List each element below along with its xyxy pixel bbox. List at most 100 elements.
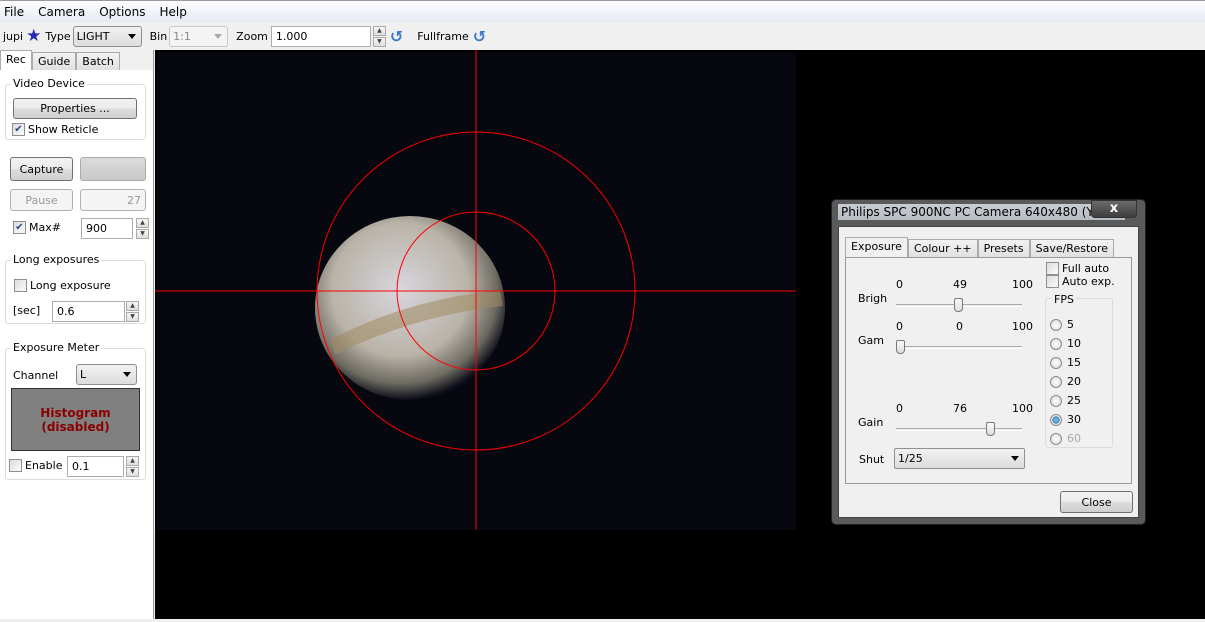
channel-label: Channel (13, 369, 59, 382)
channel-value: L (80, 368, 87, 381)
long-exposure-label: Long exposure (30, 279, 111, 292)
slider-max: 100 (1012, 402, 1033, 415)
fps-radio-10[interactable]: 10 (1050, 334, 1081, 353)
menu-file[interactable]: File (4, 5, 24, 19)
fps-label: 20 (1067, 375, 1081, 388)
histogram-status: (disabled) (41, 419, 110, 434)
max-frames-input[interactable]: 900 (81, 218, 133, 239)
bin-label: Bin (149, 29, 168, 43)
frame-count: 27 (80, 189, 146, 211)
radio-icon (1050, 432, 1062, 445)
checkbox-icon (9, 459, 22, 472)
type-value: LIGHT (76, 29, 110, 43)
show-reticle-checkbox[interactable]: ✔ Show Reticle (12, 123, 98, 136)
shutter-select[interactable]: 1/25 (894, 448, 1025, 469)
slider-label: Brigh (858, 292, 888, 305)
pause-button[interactable]: Pause (10, 189, 73, 211)
zoom-stepper[interactable]: ▲ ▼ (372, 25, 386, 47)
chevron-down-icon (127, 33, 136, 39)
checkbox-icon (14, 279, 27, 292)
enable-label: Enable (25, 459, 63, 472)
type-select[interactable]: LIGHT (72, 25, 142, 47)
full-auto-checkbox[interactable]: Full auto (1046, 262, 1109, 275)
menu-options[interactable]: Options (99, 5, 145, 19)
enable-stepper[interactable]: ▲ ▼ (126, 456, 139, 477)
tab-presets[interactable]: Presets (977, 239, 1030, 257)
fps-radio-15[interactable]: 15 (1050, 353, 1081, 372)
capture-button[interactable]: Capture (10, 157, 73, 181)
fps-label: 5 (1067, 318, 1074, 331)
bin-select[interactable]: 1:1 (169, 25, 229, 47)
max-label: Max# (29, 221, 61, 234)
fps-radio-25[interactable]: 25 (1050, 391, 1081, 410)
full-auto-label: Full auto (1062, 262, 1110, 275)
slider-value: 49 (953, 278, 967, 291)
fps-radio-30[interactable]: 30 (1050, 410, 1081, 429)
tab-save-restore[interactable]: Save/Restore (1029, 239, 1115, 257)
long-exposure-checkbox[interactable]: Long exposure (14, 279, 111, 292)
capture-progress (80, 157, 146, 181)
tab-colour[interactable]: Colour ++ (907, 239, 978, 257)
close-button[interactable]: Close (1060, 491, 1133, 513)
tab-rec[interactable]: Rec (0, 50, 32, 70)
slider-thumb[interactable] (953, 298, 963, 312)
checkbox-icon (1046, 275, 1059, 288)
properties-button[interactable]: Properties ... (13, 98, 137, 119)
shutter-value: 1/25 (898, 452, 923, 465)
show-reticle-label: Show Reticle (28, 123, 99, 136)
chevron-down-icon (123, 372, 131, 377)
enable-input[interactable]: 0.1 (67, 456, 124, 477)
histogram: Histogram (disabled) (11, 388, 140, 451)
fps-radio-5[interactable]: 5 (1050, 315, 1081, 334)
channel-select[interactable]: L (76, 364, 137, 385)
slider-max: 100 (1012, 278, 1033, 291)
radio-icon (1050, 413, 1062, 426)
fps-radio-20[interactable]: 20 (1050, 372, 1081, 391)
reset-zoom-icon[interactable]: ↺ (390, 27, 403, 46)
fullframe-label: Fullframe (417, 29, 469, 43)
group-legend: Long exposures (11, 253, 102, 266)
chevron-down-icon (214, 33, 223, 39)
fps-group: FPS 5 10 15 20 25 30 60 (1045, 293, 1113, 448)
max-frames-checkbox[interactable]: ✔ Max# (13, 221, 61, 234)
slider-thumb[interactable] (985, 422, 995, 436)
tab-guide[interactable]: Guide (31, 52, 77, 70)
type-label: Type (45, 29, 71, 43)
long-exposures-group: Long exposures Long exposure [sec] 0.6 ▲… (5, 253, 146, 324)
menu-camera[interactable]: Camera (38, 5, 85, 19)
side-panel: Rec Guide Batch Video Device Properties … (0, 50, 154, 619)
sec-stepper[interactable]: ▲ ▼ (126, 301, 139, 322)
slider-value: 0 (956, 320, 963, 333)
fps-radio-60[interactable]: 60 (1050, 429, 1081, 448)
max-frames-stepper[interactable]: ▲ ▼ (136, 218, 149, 239)
star-icon[interactable]: ★ (26, 26, 41, 46)
group-legend: Exposure Meter (11, 341, 102, 354)
fps-label: 10 (1067, 337, 1081, 350)
slider-thumb[interactable] (896, 340, 905, 354)
video-device-group: Video Device Properties ... ✔ Show Reticl… (5, 77, 146, 140)
slider-label: Gain (858, 416, 884, 429)
zoom-input[interactable]: 1.000 (270, 25, 371, 47)
fps-label: 25 (1067, 394, 1081, 407)
menu-bar: File Camera Options Help (0, 0, 1205, 22)
histogram-text: Histogram (40, 405, 111, 420)
dialog-title: Philips SPC 900NC PC Camera 640x480 (YUY… (838, 204, 1126, 220)
sec-input[interactable]: 0.6 (52, 301, 125, 322)
chevron-down-icon (1011, 456, 1019, 461)
auto-exp-checkbox[interactable]: Auto exp. (1046, 275, 1115, 288)
tab-exposure[interactable]: Exposure (845, 237, 908, 257)
checkbox-icon (1046, 262, 1059, 275)
fps-label: 15 (1067, 356, 1081, 369)
close-icon[interactable]: x (1091, 200, 1137, 218)
radio-icon (1050, 337, 1062, 350)
tab-batch[interactable]: Batch (76, 52, 120, 70)
fullframe-icon[interactable]: ↺ (473, 27, 486, 46)
slider-min: 0 (896, 402, 903, 415)
slider-min: 0 (896, 278, 903, 291)
zoom-label: Zoom (236, 29, 268, 43)
enable-checkbox[interactable]: Enable (9, 459, 62, 472)
menu-help[interactable]: Help (160, 5, 187, 19)
dialog-tabs: Exposure Colour ++ Presets Save/Restore (845, 237, 1115, 257)
fps-label: 30 (1067, 413, 1081, 426)
group-legend: Video Device (11, 77, 87, 90)
